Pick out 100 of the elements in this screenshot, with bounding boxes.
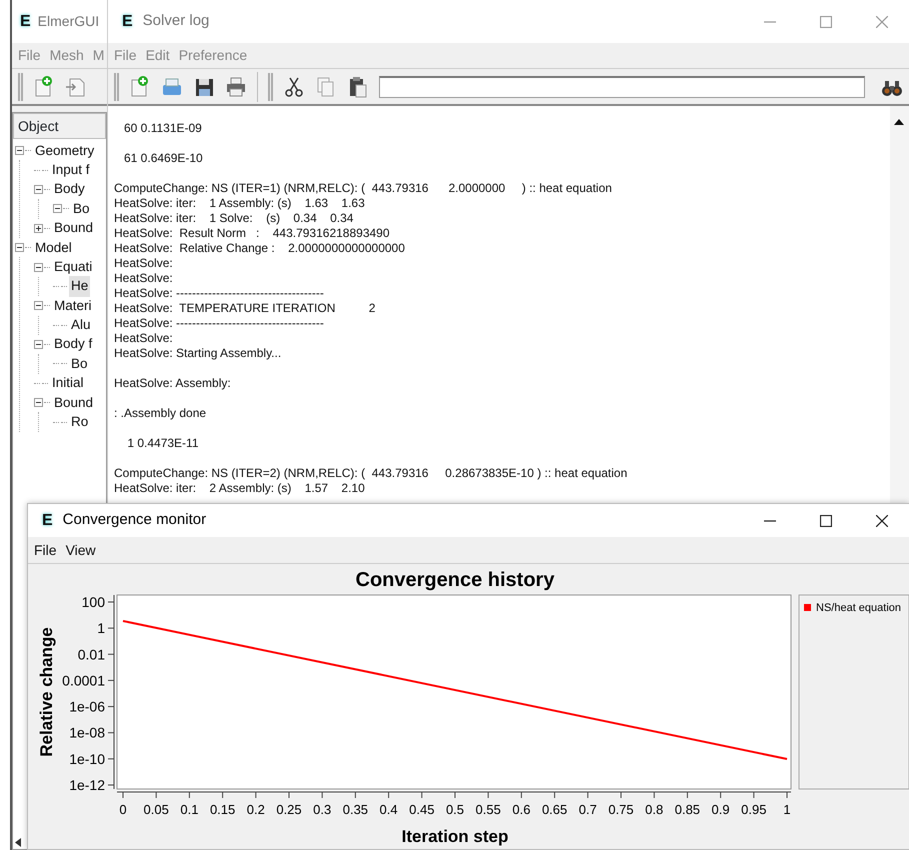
tree-item[interactable]: Bo — [71, 198, 92, 219]
import-icon[interactable] — [65, 76, 87, 98]
menu-item[interactable]: View — [66, 540, 96, 560]
collapse-icon[interactable] — [34, 262, 43, 272]
tick-label: 0.95 — [741, 802, 766, 817]
tick-label: 1 — [97, 620, 105, 636]
tree-item[interactable]: Ro — [69, 412, 90, 432]
collapse-icon[interactable] — [53, 204, 62, 214]
tree-item[interactable]: Equati — [52, 256, 94, 278]
tick-label: 100 — [82, 594, 105, 610]
tree-item[interactable]: Body f — [52, 334, 94, 355]
tree-item[interactable]: Bound — [52, 392, 96, 413]
log-line: ComputeChange: NS (ITER=2) (NRM,RELC): ( 443.79316 0.28673835E-10 ) :: heat equation — [113, 466, 628, 481]
collapse-icon[interactable] — [34, 340, 43, 350]
tick-label: 0.05 — [144, 802, 169, 817]
log-line: HeatSolve: iter: 1 Solve: (s) 0.34 0.34 — [113, 211, 354, 226]
log-line: ComputeChange: NS (ITER=1) (NRM,RELC): ( 443.79316 2.0000000 ) :: heat equation — [113, 181, 613, 196]
app-logo: E — [20, 14, 31, 30]
tick-label: 0.3 — [313, 802, 332, 817]
log-line: HeatSolve: — [113, 271, 174, 286]
tree-item[interactable]: Input f — [50, 160, 92, 180]
tick-label: 0.0001 — [62, 672, 105, 688]
chart-title: Convergence history — [356, 569, 554, 591]
tick-label: 0.15 — [210, 802, 236, 817]
log-line: 60 0.1131E-09 — [123, 121, 203, 136]
log-line: HeatSolve: — [113, 256, 174, 271]
log-line: HeatSolve: Result Norm : 443.79316218893490 — [113, 226, 391, 241]
log-line: 1 0.4473E-11 — [126, 436, 200, 451]
log-line: HeatSolve: iter: 2 Assembly: (s) 1.57 2.10 — [113, 481, 366, 496]
printer-icon[interactable] — [225, 76, 247, 98]
tree-item[interactable]: Alu — [69, 315, 93, 336]
tick-label: 0.01 — [78, 646, 105, 662]
tick-label: 0.8 — [645, 802, 664, 817]
tick-label: 0.7 — [578, 802, 597, 817]
toolbar-grip[interactable] — [18, 72, 23, 100]
tree-item[interactable]: Materi — [52, 296, 94, 316]
tick-label: 1e-12 — [69, 777, 105, 793]
log-line: : .Assembly done — [113, 406, 208, 421]
log-line: HeatSolve: — [113, 331, 174, 346]
tick-label: 0.6 — [512, 802, 530, 817]
scissors-icon[interactable] — [283, 76, 305, 98]
collapse-icon[interactable] — [34, 398, 43, 408]
log-line: 61 0.6469E-10 — [123, 151, 204, 166]
log-line: HeatSolve: iter: 1 Assembly: (s) 1.63 1.63 — [113, 196, 366, 211]
maximize-icon[interactable] — [820, 514, 832, 526]
tick-label: 0.45 — [409, 802, 434, 817]
tick-label: 0 — [119, 802, 127, 817]
log-line: HeatSolve: Assembly: — [113, 376, 232, 391]
log-line: HeatSolve: ------------------------------------- — [113, 286, 325, 301]
tick-label: 1 — [783, 802, 791, 817]
tick-label: 0.65 — [542, 802, 568, 817]
tree-item[interactable]: Bound — [52, 218, 96, 238]
new-document-icon[interactable] — [129, 76, 151, 98]
scroll-left-icon[interactable] — [15, 838, 21, 847]
scanner-icon[interactable] — [161, 76, 183, 98]
tree-item[interactable]: Geometry — [33, 140, 96, 161]
tick-label: 0.2 — [246, 802, 265, 817]
paste-icon[interactable] — [347, 76, 369, 98]
scroll-up-icon[interactable] — [894, 117, 904, 126]
tree-item[interactable]: Model — [33, 238, 74, 258]
expand-icon[interactable] — [34, 224, 43, 233]
column-header: Object — [13, 113, 106, 139]
axis-label: Relative change — [37, 627, 56, 757]
menu-item[interactable]: File — [34, 540, 57, 560]
tick-label: 1e-06 — [69, 698, 105, 715]
tick-label: 0.1 — [180, 802, 198, 817]
axis-label: Iteration step — [402, 827, 508, 846]
toolbar-grip[interactable] — [114, 72, 119, 100]
tick-label: 0.35 — [342, 802, 368, 817]
collapse-icon[interactable] — [15, 243, 24, 252]
tick-label: 0.4 — [380, 802, 398, 817]
toolbar-grip[interactable] — [268, 72, 273, 100]
log-line: HeatSolve: Relative Change : 2.0000000000000000 — [113, 241, 406, 256]
log-line: HeatSolve: TEMPERATURE ITERATION 2 — [113, 301, 376, 316]
tick-label: 0.25 — [276, 802, 302, 817]
tick-label: 0.55 — [476, 802, 501, 817]
window-title: Solver log — [142, 11, 210, 32]
log-line: HeatSolve: ------------------------------------- — [113, 316, 325, 331]
tick-label: 0.9 — [712, 802, 730, 817]
search-field[interactable] — [379, 76, 865, 98]
legend-label: NS/heat equation — [816, 602, 902, 614]
tree-item[interactable]: Bo — [69, 354, 90, 374]
close-icon[interactable] — [876, 514, 888, 526]
tick-label: 1e-08 — [69, 724, 105, 741]
log-line: HeatSolve: Starting Assembly... — [113, 346, 282, 361]
new-document-icon[interactable] — [33, 76, 55, 98]
collapse-icon[interactable] — [15, 146, 24, 156]
tick-label: 0.75 — [608, 802, 634, 817]
collapse-icon[interactable] — [34, 301, 43, 310]
collapse-icon[interactable] — [34, 184, 43, 194]
tree-item[interactable]: Initial — [50, 373, 86, 394]
tick-label: 1e-10 — [69, 750, 105, 767]
tick-label: 0.5 — [446, 802, 464, 817]
app-logo: E — [122, 14, 133, 30]
tree-item[interactable]: Body — [52, 179, 87, 200]
window-title: Convergence monitor — [62, 510, 206, 530]
tree-item[interactable]: He — [69, 276, 90, 297]
app-logo: E — [42, 512, 53, 528]
tick-label: 0.85 — [674, 802, 700, 817]
scrollbar[interactable] — [890, 106, 909, 503]
